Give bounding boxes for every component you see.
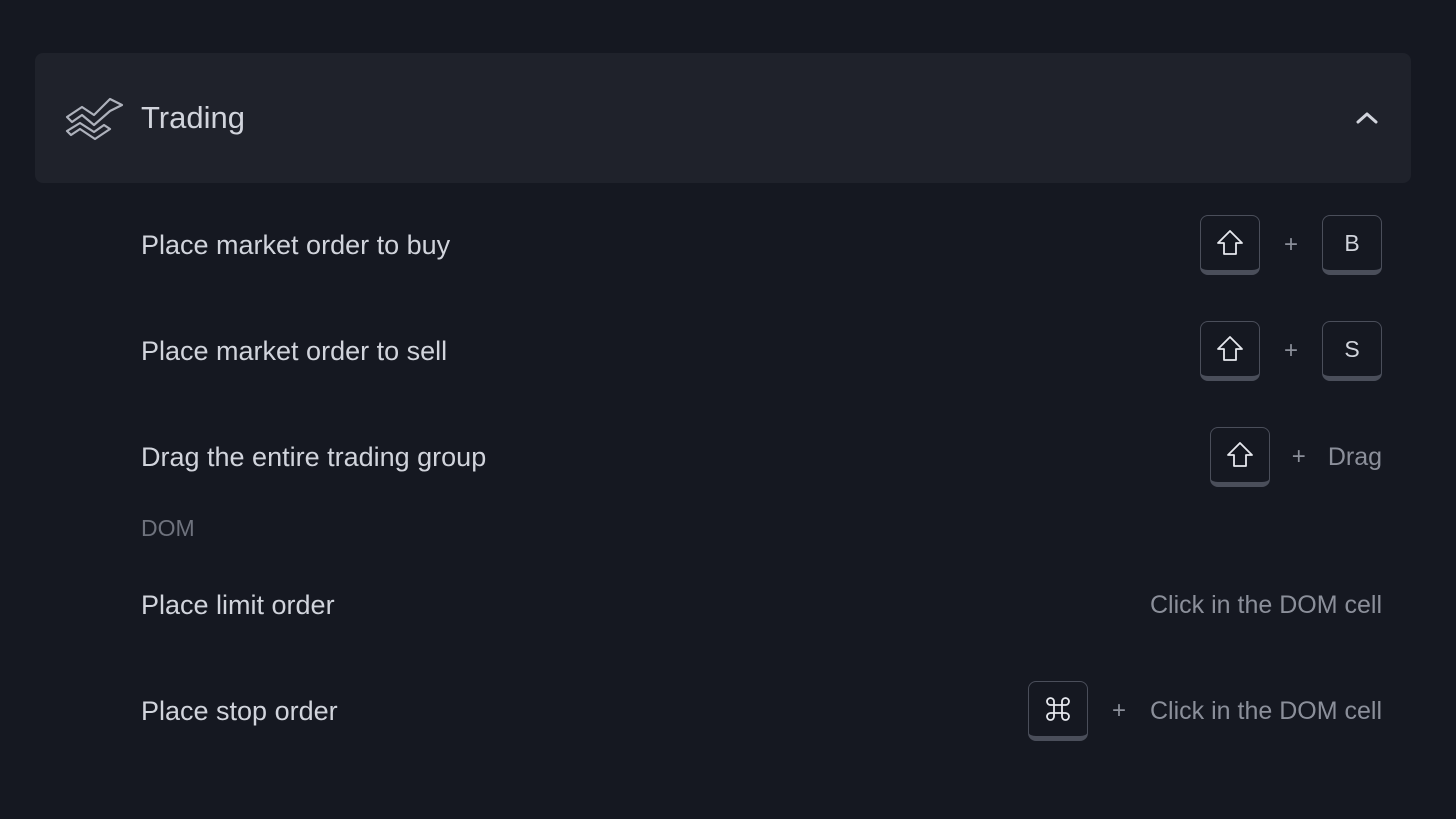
action-text: Drag bbox=[1327, 442, 1382, 471]
shift-key bbox=[1209, 427, 1270, 487]
shift-icon bbox=[1226, 442, 1253, 467]
shortcut-row: Place market order to sell + S bbox=[141, 318, 1382, 384]
section-title: Trading bbox=[141, 100, 245, 135]
command-icon bbox=[1046, 697, 1070, 721]
chevron-up-icon[interactable] bbox=[1355, 108, 1379, 128]
plus-separator: + bbox=[1111, 697, 1126, 724]
action-text: Click in the DOM cell bbox=[1150, 696, 1382, 725]
shift-icon bbox=[1217, 230, 1243, 255]
letter-key: S bbox=[1322, 321, 1382, 381]
shortcut-row: Drag the entire trading group + Drag bbox=[141, 424, 1382, 490]
plus-separator: + bbox=[1291, 443, 1306, 470]
trading-icon bbox=[64, 95, 126, 141]
shift-key bbox=[1200, 215, 1260, 275]
shift-key bbox=[1200, 321, 1260, 381]
shortcut-label: Place market order to sell bbox=[141, 335, 448, 366]
shortcut-row: Place market order to buy + B bbox=[141, 212, 1382, 278]
letter-key: B bbox=[1322, 215, 1382, 275]
shortcuts-page: Trading Place market order to buy + B Pl… bbox=[0, 0, 1456, 819]
plus-separator: + bbox=[1283, 231, 1298, 258]
trading-section-header[interactable]: Trading bbox=[35, 53, 1411, 183]
shortcut-label: Drag the entire trading group bbox=[141, 441, 487, 472]
shortcut-label: Place stop order bbox=[141, 695, 338, 726]
shortcut-keys: + B bbox=[1200, 215, 1382, 275]
action-text: Click in the DOM cell bbox=[1150, 590, 1382, 619]
shortcut-keys: + S bbox=[1200, 321, 1382, 381]
shortcut-keys: + Click in the DOM cell bbox=[1028, 681, 1382, 741]
shortcut-row: Place limit order Click in the DOM cell bbox=[141, 572, 1382, 638]
shortcut-label: Place market order to buy bbox=[141, 229, 451, 260]
command-key bbox=[1028, 681, 1088, 741]
shortcut-label: Place limit order bbox=[141, 589, 335, 620]
shift-icon bbox=[1217, 336, 1243, 361]
shortcut-keys: + Drag bbox=[1209, 427, 1382, 487]
shortcut-row: Place stop order + Click in the DOM cell bbox=[141, 678, 1382, 744]
plus-separator: + bbox=[1283, 337, 1298, 364]
group-label-dom: DOM bbox=[141, 515, 195, 541]
